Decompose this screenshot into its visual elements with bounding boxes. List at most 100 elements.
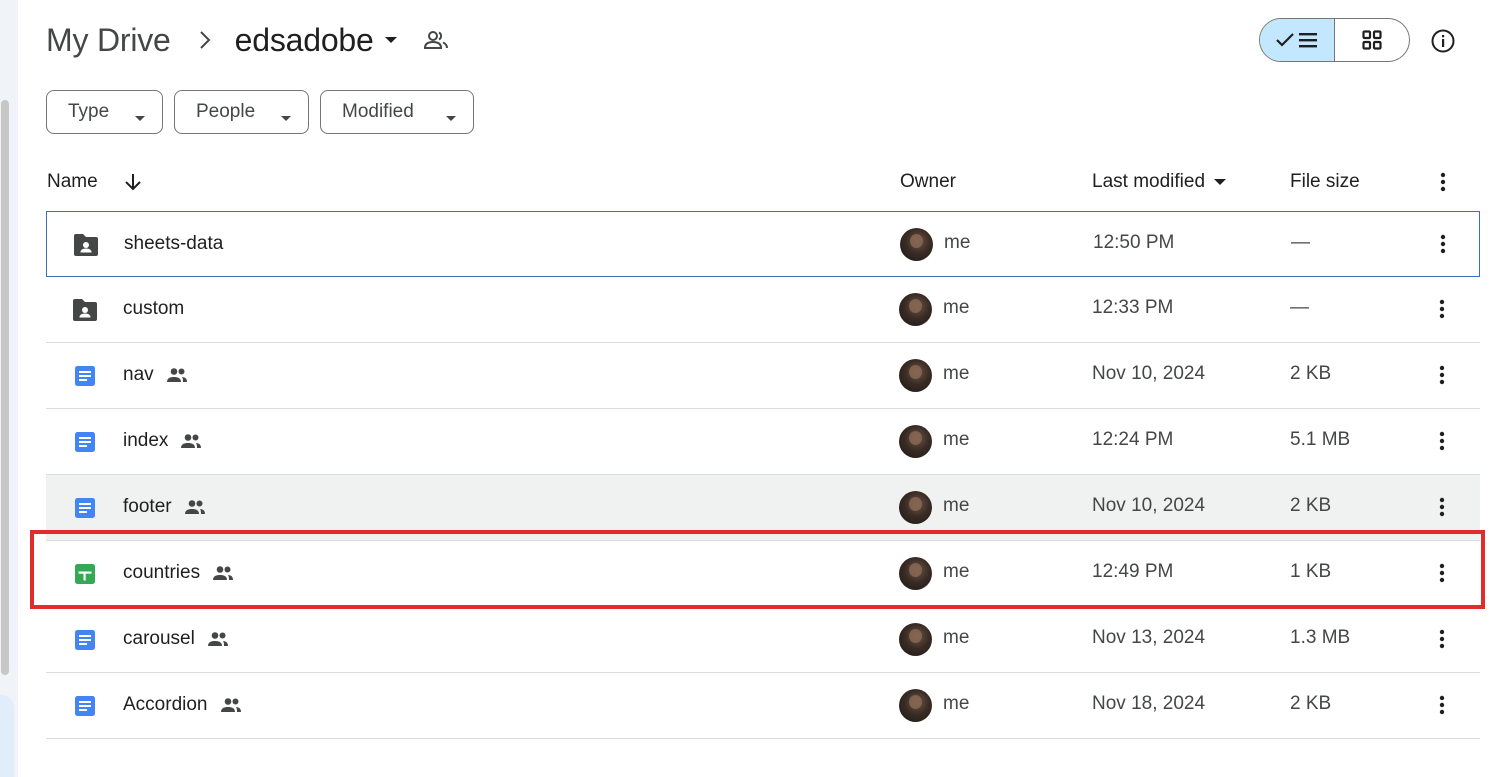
column-header-last-modified[interactable]: Last modified	[1092, 170, 1227, 194]
google-docs-icon	[70, 363, 100, 389]
breadcrumb: My Drive edsadobe	[46, 14, 448, 66]
file-owner: me	[943, 627, 970, 648]
list-view-icon	[1299, 33, 1317, 48]
caret-down-icon	[280, 107, 292, 129]
column-header-owner[interactable]: Owner	[900, 170, 956, 194]
breadcrumb-current-folder[interactable]: edsadobe	[235, 22, 374, 59]
file-last-modified: 12:33 PM	[1092, 297, 1174, 318]
more-vert-icon[interactable]	[1430, 363, 1454, 387]
file-last-modified: 12:24 PM	[1092, 429, 1174, 450]
left-panel-scrollbar[interactable]	[1, 100, 9, 675]
file-name: sheets-data	[124, 232, 223, 256]
file-name-text: footer	[123, 496, 172, 517]
file-name: custom	[123, 297, 184, 321]
file-name-text: sheets-data	[124, 233, 224, 254]
caret-down-icon	[134, 107, 146, 129]
file-owner: me	[943, 297, 970, 318]
file-name: carousel	[123, 627, 229, 651]
column-header-name[interactable]: Name	[47, 170, 142, 194]
list-view-button[interactable]	[1260, 19, 1335, 61]
file-row-carousel[interactable]: carousel me Nov 13, 2024 1.3 MB	[46, 607, 1480, 673]
filter-type-chip[interactable]: Type	[46, 90, 163, 134]
column-file-size-label: File size	[1290, 171, 1360, 192]
grid-view-icon	[1362, 30, 1382, 50]
filter-type-label: Type	[68, 101, 110, 122]
caret-down-icon	[1213, 178, 1227, 186]
file-row-index[interactable]: index me 12:24 PM 5.1 MB	[46, 409, 1480, 475]
arrow-down-icon[interactable]	[124, 172, 142, 192]
more-vert-icon[interactable]	[1430, 627, 1454, 651]
file-name: footer	[123, 495, 206, 519]
file-owner: me	[943, 495, 970, 516]
file-row-custom[interactable]: custom me 12:33 PM —	[46, 277, 1480, 343]
file-size: 1.3 MB	[1290, 627, 1351, 648]
owner-avatar	[899, 689, 932, 722]
file-size: 2 KB	[1290, 693, 1332, 714]
file-row-nav[interactable]: nav me Nov 10, 2024 2 KB	[46, 343, 1480, 409]
google-docs-icon	[70, 627, 100, 653]
shared-folder-icon	[70, 297, 100, 323]
file-owner: me	[944, 232, 971, 253]
file-row-accordion[interactable]: Accordion me Nov 18, 2024 2 KB	[46, 673, 1480, 739]
file-owner: me	[943, 363, 970, 384]
google-docs-icon	[70, 495, 100, 521]
caret-down-icon	[445, 107, 457, 129]
file-name-text: nav	[123, 364, 154, 385]
file-name-text: Accordion	[123, 694, 208, 715]
more-vert-icon[interactable]	[1430, 495, 1454, 519]
file-size: 2 KB	[1290, 495, 1332, 516]
annotation-highlight-box	[30, 530, 1485, 609]
owner-avatar	[899, 623, 932, 656]
file-row-sheets-data[interactable]: sheets-data me 12:50 PM —	[46, 211, 1480, 277]
shared-folder-icon	[71, 232, 101, 258]
shared-icon	[220, 697, 242, 713]
view-toggle	[1259, 18, 1410, 62]
file-size: 2 KB	[1290, 363, 1332, 384]
file-name: nav	[123, 363, 188, 387]
breadcrumb-my-drive[interactable]: My Drive	[46, 22, 171, 59]
file-last-modified: Nov 10, 2024	[1092, 495, 1206, 516]
file-owner: me	[943, 693, 970, 714]
more-vert-icon[interactable]	[1431, 170, 1455, 194]
file-name-text: carousel	[123, 628, 195, 649]
file-size: 5.1 MB	[1290, 429, 1351, 450]
file-name-text: custom	[123, 298, 185, 319]
column-header-file-size[interactable]: File size	[1290, 170, 1360, 194]
more-vert-icon[interactable]	[1430, 429, 1454, 453]
file-name: Accordion	[123, 693, 242, 717]
file-name-text: index	[123, 430, 169, 451]
shared-icon	[166, 367, 188, 383]
file-last-modified: 12:50 PM	[1093, 232, 1175, 253]
owner-avatar	[899, 359, 932, 392]
column-name-label: Name	[47, 171, 98, 192]
filter-people-chip[interactable]: People	[174, 90, 309, 134]
owner-avatar	[899, 425, 932, 458]
column-last-modified-label: Last modified	[1092, 171, 1206, 192]
file-last-modified: Nov 10, 2024	[1092, 363, 1206, 384]
file-size: —	[1290, 297, 1309, 318]
grid-view-button[interactable]	[1335, 19, 1409, 61]
more-vert-icon[interactable]	[1431, 232, 1455, 256]
file-last-modified: Nov 18, 2024	[1092, 693, 1206, 714]
caret-down-icon[interactable]	[384, 36, 398, 44]
filter-modified-chip[interactable]: Modified	[320, 90, 474, 134]
file-last-modified: Nov 13, 2024	[1092, 627, 1206, 648]
shared-people-icon[interactable]	[423, 30, 448, 50]
shared-icon	[180, 433, 202, 449]
filter-people-label: People	[196, 101, 256, 122]
file-name: index	[123, 429, 202, 453]
google-docs-icon	[70, 693, 100, 719]
file-size: —	[1291, 232, 1310, 253]
google-docs-icon	[70, 429, 100, 455]
filter-modified-label: Modified	[342, 101, 414, 122]
owner-avatar	[899, 293, 932, 326]
shared-icon	[184, 499, 206, 515]
more-vert-icon[interactable]	[1430, 297, 1454, 321]
owner-avatar	[900, 228, 933, 261]
owner-avatar	[899, 491, 932, 524]
file-owner: me	[943, 429, 970, 450]
shared-icon	[207, 631, 229, 647]
more-vert-icon[interactable]	[1430, 693, 1454, 717]
column-owner-label: Owner	[900, 171, 956, 192]
info-icon[interactable]	[1430, 28, 1456, 54]
